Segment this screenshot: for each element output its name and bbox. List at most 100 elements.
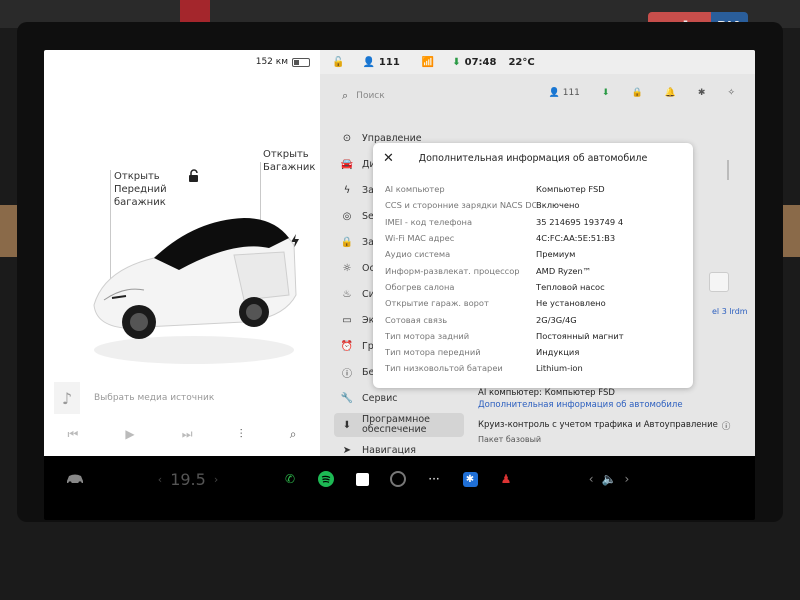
display-icon: ▭ bbox=[342, 314, 352, 326]
wifi-icon: 📶 bbox=[421, 56, 435, 68]
next-track-icon[interactable]: ⏭ bbox=[182, 427, 193, 442]
outside-temperature: 22°C bbox=[508, 56, 535, 68]
car-3d-image bbox=[93, 218, 297, 364]
download-icon: ⬇ bbox=[452, 56, 461, 68]
info-row: Тип мотора задний Постоянный магнит bbox=[385, 330, 624, 341]
sidebar-item-service[interactable]: 🔧 Сервис bbox=[334, 385, 464, 411]
search-row-icons: 👤 111 ⬇ 🔒 🔔 ✱ ✧ bbox=[549, 88, 735, 98]
media-search-icon[interactable]: ⌕ bbox=[290, 427, 297, 442]
joystick-icon[interactable]: ♟ bbox=[496, 469, 516, 489]
calendar-icon[interactable] bbox=[352, 469, 372, 489]
open-trunk-label-2: Багажник bbox=[263, 162, 316, 173]
music-note-icon: ♪ bbox=[54, 382, 80, 414]
background-divider bbox=[715, 160, 729, 180]
info-row: Обогрев салона Тепловой насос bbox=[385, 281, 605, 292]
software-details: AI компьютер: Компьютер FSD Дополнительн… bbox=[478, 388, 748, 444]
open-frunk-label-2: Передний bbox=[114, 184, 167, 195]
range-value: 152 км bbox=[255, 57, 288, 67]
previous-track-icon[interactable]: ⏮ bbox=[68, 427, 79, 442]
cruise-control-line: Круиз-контроль с учетом трафика и Автоуп… bbox=[478, 420, 748, 432]
info-icon[interactable]: ⓘ bbox=[722, 420, 731, 432]
signal-icon: ✧ bbox=[727, 88, 735, 98]
phone-icon[interactable]: ✆ bbox=[280, 469, 300, 489]
light-icon: ☼ bbox=[342, 262, 352, 274]
equalizer-icon[interactable]: ⫶ bbox=[240, 427, 243, 442]
sidebar-item-software[interactable]: ⬇ Программное обеспечение bbox=[334, 413, 464, 437]
camera-icon[interactable] bbox=[388, 469, 408, 489]
notification-bell-icon[interactable]: 🔔 bbox=[665, 88, 676, 98]
background-checkbox[interactable] bbox=[709, 272, 729, 292]
info-row: Сотовая связь 2G/3G/4G bbox=[385, 314, 577, 325]
info-row: Тип низковольтой батареи Lithium-ion bbox=[385, 363, 583, 374]
volume-up-icon[interactable]: › bbox=[624, 472, 629, 486]
open-trunk-button[interactable]: Открыть Багажник bbox=[263, 148, 315, 174]
car-icon[interactable] bbox=[62, 469, 88, 489]
info-row: Wi-Fi MAC адрес 4C:FC:AA:5E:51:B3 bbox=[385, 233, 616, 244]
profile-status[interactable]: 👤 111 bbox=[362, 57, 399, 68]
dialog-title: Дополнительная информация об автомобиле bbox=[418, 153, 648, 164]
charge-icon: ϟ bbox=[343, 184, 351, 196]
bottom-dock: ‹ 19.5 › ✆ ··· ✱ ♟ ‹ 🔈 › bbox=[44, 456, 755, 520]
background-link[interactable]: el 3 lrdm bbox=[712, 307, 748, 316]
car-icon: 🚘 bbox=[340, 158, 354, 170]
search-placeholder: Поиск bbox=[356, 91, 385, 101]
download-icon: ⬇ bbox=[342, 419, 352, 431]
lock-toggle-icon[interactable]: 🔒 bbox=[631, 88, 642, 98]
software-update-icon[interactable]: ⬇ bbox=[602, 88, 610, 98]
info-row: AI компьютер Компьютер FSD bbox=[385, 184, 605, 195]
clock: 07:48 bbox=[464, 56, 497, 68]
info-row: IMEI - код телефона 35 214695 193749 4 bbox=[385, 216, 624, 227]
safety-icon: ⓘ bbox=[342, 368, 352, 380]
settings-search[interactable]: ⌕ Поиск 👤 111 ⬇ 🔒 🔔 ✱ ✧ bbox=[320, 82, 755, 110]
info-row: Открытие гараж. ворот Не установлено bbox=[385, 298, 606, 309]
info-row: CCS и сторонние зарядки NACS DC Включено bbox=[385, 200, 580, 211]
toggle-icon: ⊙ bbox=[342, 132, 352, 144]
ai-computer-line: AI компьютер: Компьютер FSD bbox=[478, 388, 615, 398]
person-icon: 👤 bbox=[362, 56, 375, 68]
status-bar: 🔓 👤 111 📶 ⬇ 07:48 22°C bbox=[320, 50, 755, 74]
info-row: Аудио система Премиум bbox=[385, 249, 576, 260]
cruise-control-label: Круиз-контроль с учетом трафика и Автоуп… bbox=[478, 420, 718, 430]
volume-control[interactable]: ‹ 🔈 › bbox=[584, 469, 634, 489]
profile-name: 111 bbox=[378, 56, 400, 68]
background-red-light bbox=[180, 0, 210, 22]
volume-down-icon[interactable]: ‹ bbox=[589, 472, 594, 486]
schedule-icon: ⏰ bbox=[340, 340, 354, 352]
more-vehicle-info-link[interactable]: Дополнительная информация об автомобиле bbox=[478, 400, 748, 410]
unlock-icon[interactable] bbox=[187, 169, 201, 183]
download-status: ⬇ 07:48 bbox=[452, 57, 496, 68]
profile-chip[interactable]: 👤 111 bbox=[549, 88, 580, 98]
temp-down-icon[interactable]: ‹ bbox=[158, 473, 162, 486]
navigation-icon: ➤ bbox=[342, 444, 352, 456]
temperature-value: 19.5 bbox=[170, 469, 206, 489]
search-icon: ⌕ bbox=[342, 89, 349, 102]
info-row: Тип мотора передний Индукция bbox=[385, 347, 580, 358]
seat-icon: ♨ bbox=[342, 288, 352, 300]
climate-temperature[interactable]: ‹ 19.5 › bbox=[148, 469, 228, 489]
wrench-icon: 🔧 bbox=[340, 392, 354, 404]
touchscreen: 152 км Открыть Передний багажник Открыть… bbox=[44, 50, 755, 520]
steering-icon: ◎ bbox=[342, 210, 352, 222]
lock-status-icon[interactable]: 🔓 bbox=[332, 57, 344, 68]
open-trunk-label-1: Открыть bbox=[263, 149, 309, 160]
bluetooth-icon[interactable]: ✱ bbox=[460, 469, 480, 489]
temp-up-icon[interactable]: › bbox=[214, 473, 218, 486]
play-icon[interactable]: ▶ bbox=[125, 427, 134, 441]
media-source-label: Выбрать медиа источник bbox=[94, 393, 215, 403]
range-indicator: 152 км bbox=[256, 57, 310, 67]
bluetooth-status-icon[interactable]: ✱ bbox=[698, 88, 706, 98]
open-frunk-label-1: Открыть bbox=[114, 171, 160, 182]
vehicle-info-dialog: ✕ Дополнительная информация об автомобил… bbox=[373, 143, 693, 388]
lock-icon: 🔒 bbox=[340, 236, 354, 248]
spotify-icon[interactable] bbox=[316, 469, 336, 489]
vehicle-info-list: AI компьютер Компьютер FSD CCS и сторонни… bbox=[385, 181, 681, 377]
info-row: Информ-развлекат. процессор AMD Ryzen™ bbox=[385, 265, 592, 276]
search-profile-name: 111 bbox=[562, 88, 580, 98]
media-source-selector[interactable]: ♪ Выбрать медиа источник bbox=[54, 380, 310, 416]
package-label: Пакет базовый bbox=[478, 435, 542, 444]
battery-icon bbox=[292, 57, 310, 67]
car-panel: 152 км Открыть Передний багажник Открыть… bbox=[44, 50, 320, 456]
more-icon[interactable]: ··· bbox=[424, 469, 444, 489]
speaker-icon: 🔈 bbox=[601, 472, 617, 486]
media-controls: ⏮ ▶ ⏭ ⫶ ⌕ bbox=[44, 420, 320, 448]
